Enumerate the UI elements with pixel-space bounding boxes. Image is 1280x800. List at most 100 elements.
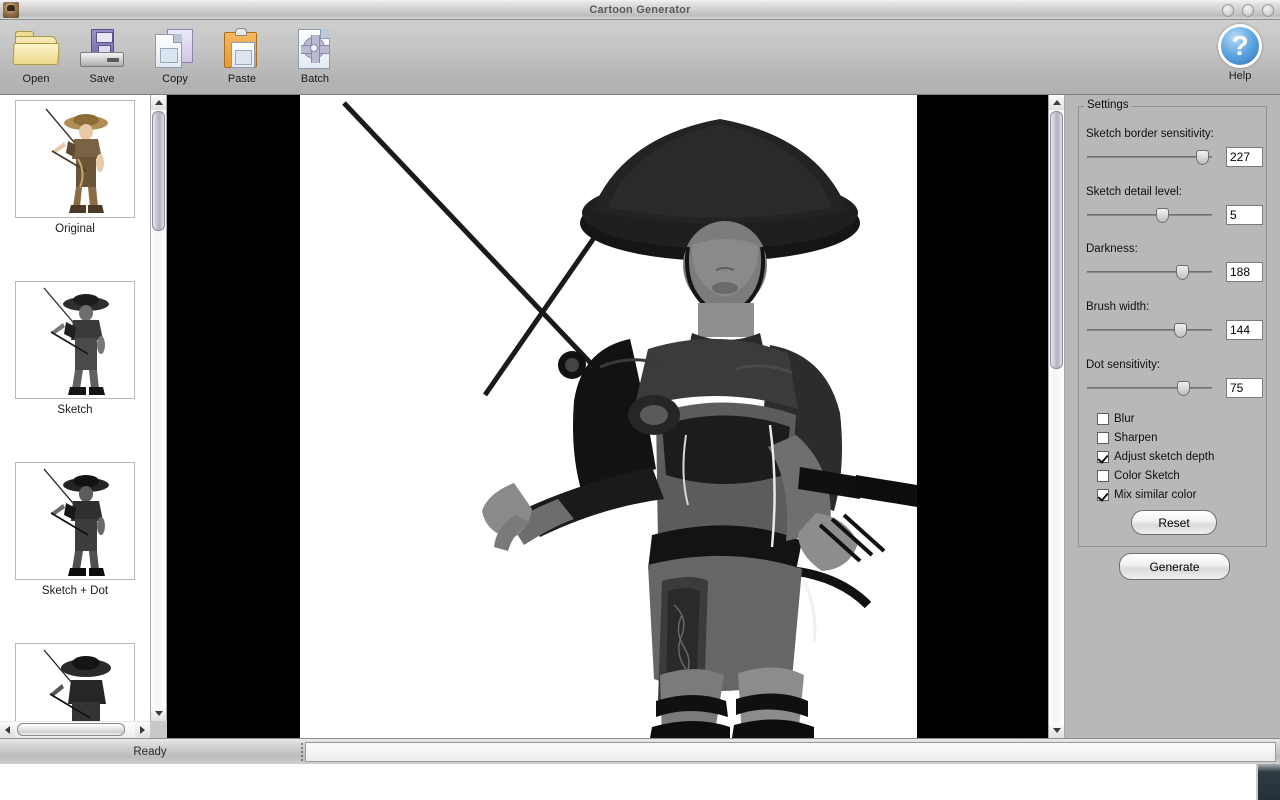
batch-button[interactable]: Batch: [281, 24, 349, 92]
darkness-label: Darkness:: [1086, 243, 1138, 255]
help-button-label: Help: [1228, 70, 1252, 82]
list-item[interactable]: Sketch + Dot: [0, 462, 150, 597]
brush-width-label: Brush width:: [1086, 301, 1150, 313]
sidebar-scroll-thumb[interactable]: [152, 111, 165, 231]
thumbnail-preview: [15, 643, 135, 721]
chevron-up-icon: [154, 100, 163, 105]
generate-button[interactable]: Generate: [1119, 553, 1230, 580]
slider-thumb[interactable]: [1177, 381, 1190, 396]
list-item[interactable]: [0, 643, 150, 721]
samurai-thumb-sketch-dot: [16, 463, 134, 579]
dot-sensitivity-value[interactable]: 75: [1226, 378, 1263, 398]
chevron-down-icon: [1052, 728, 1061, 733]
blur-checkbox[interactable]: [1097, 412, 1109, 425]
blur-checkbox-row[interactable]: Blur: [1097, 410, 1134, 427]
floppy-disk-icon: [78, 26, 126, 72]
sidebar-scroll-right-button[interactable]: [135, 722, 150, 737]
thumbnail-sidebar[interactable]: Original Sketch Sketch + Dot: [0, 95, 150, 721]
slider-track: [1087, 156, 1212, 158]
brush-width-value[interactable]: 144: [1226, 320, 1263, 340]
copy-button[interactable]: Copy: [141, 24, 209, 92]
adjust-sketch-depth-checkbox[interactable]: [1097, 450, 1109, 463]
samurai-thumb-sketch: [16, 282, 134, 398]
brush-width-slider[interactable]: [1087, 322, 1212, 338]
canvas-scroll-thumb[interactable]: [1050, 111, 1063, 369]
copy-pages-icon: [151, 26, 199, 72]
image-letterbox-area: [300, 95, 917, 738]
blur-checkbox-label: Blur: [1114, 412, 1135, 425]
sidebar-vertical-scrollbar[interactable]: [150, 95, 167, 721]
sketch-detail-level-label: Sketch detail level:: [1086, 186, 1182, 198]
maximize-button[interactable]: [1242, 4, 1254, 17]
sketch-detail-level-slider[interactable]: [1087, 207, 1212, 223]
adjust-sketch-depth-checkbox-row[interactable]: Adjust sketch depth: [1097, 448, 1214, 465]
dot-sensitivity-label: Dot sensitivity:: [1086, 359, 1161, 371]
color-sketch-checkbox-label: Color Sketch: [1114, 469, 1180, 482]
canvas-vertical-scrollbar[interactable]: [1048, 95, 1065, 738]
desktop-background: [0, 764, 1280, 800]
slider-track: [1087, 214, 1212, 216]
slider-thumb[interactable]: [1176, 265, 1189, 280]
samurai-thumb-color: [16, 101, 134, 217]
reset-button[interactable]: Reset: [1131, 510, 1217, 535]
mix-similar-color-checkbox[interactable]: [1097, 488, 1109, 501]
thumbnail-preview: [15, 100, 135, 218]
list-item[interactable]: Original: [0, 100, 150, 235]
list-item[interactable]: Sketch: [0, 281, 150, 416]
sketch-detail-level-value[interactable]: 5: [1226, 205, 1263, 225]
clipboard-icon: [218, 26, 266, 72]
status-bar: Ready: [0, 738, 1280, 764]
sharpen-checkbox[interactable]: [1097, 431, 1109, 444]
dot-sensitivity-slider[interactable]: [1087, 380, 1212, 396]
sketch-border-sensitivity-slider[interactable]: [1087, 149, 1212, 165]
sidebar-scroll-up-button[interactable]: [151, 95, 166, 110]
chevron-down-icon: [154, 711, 163, 716]
window-controls: [1222, 4, 1274, 17]
list-item-label: Original: [55, 223, 95, 235]
samurai-thumb-dense: [16, 644, 134, 721]
color-sketch-checkbox-row[interactable]: Color Sketch: [1097, 467, 1180, 484]
sketch-border-sensitivity-value[interactable]: 227: [1226, 147, 1263, 167]
help-button[interactable]: ? Help: [1206, 24, 1274, 92]
slider-track: [1087, 271, 1212, 273]
list-item-label: Sketch + Dot: [41, 585, 109, 597]
toolbar: Open Save Copy Paste Batch ? Help: [0, 20, 1280, 95]
darkness-slider[interactable]: [1087, 264, 1212, 280]
title-bar: Cartoon Generator: [0, 0, 1280, 20]
close-button[interactable]: [1262, 4, 1274, 17]
open-button[interactable]: Open: [2, 24, 70, 92]
canvas-scroll-up-button[interactable]: [1049, 95, 1064, 110]
darkness-value[interactable]: 188: [1226, 262, 1263, 282]
scrollbar-corner: [150, 721, 167, 738]
sidebar-scroll-left-button[interactable]: [0, 722, 15, 737]
color-sketch-checkbox[interactable]: [1097, 469, 1109, 482]
sketch-border-sensitivity-label: Sketch border sensitivity:: [1086, 128, 1214, 140]
sidebar-hscroll-thumb[interactable]: [17, 723, 125, 736]
paste-button-label: Paste: [227, 73, 257, 85]
minimize-button[interactable]: [1222, 4, 1234, 17]
settings-panel: Settings Sketch border sensitivity: 227 …: [1065, 95, 1280, 738]
sidebar-horizontal-scrollbar[interactable]: [0, 721, 150, 738]
paste-button[interactable]: Paste: [208, 24, 276, 92]
canvas-scroll-down-button[interactable]: [1049, 723, 1064, 738]
resize-corner[interactable]: [1256, 764, 1280, 800]
slider-track: [1087, 387, 1212, 389]
application-window: Cartoon Generator Open Save Copy Paste B…: [0, 0, 1280, 800]
mix-similar-color-checkbox-row[interactable]: Mix similar color: [1097, 486, 1196, 503]
chevron-left-icon: [5, 725, 10, 734]
slider-thumb[interactable]: [1174, 323, 1187, 338]
sharpen-checkbox-label: Sharpen: [1114, 431, 1158, 444]
thumbnail-preview: [15, 281, 135, 399]
image-canvas[interactable]: [167, 95, 1048, 738]
save-button[interactable]: Save: [68, 24, 136, 92]
slider-thumb[interactable]: [1196, 150, 1209, 165]
save-button-label: Save: [89, 73, 115, 85]
sidebar-scroll-down-button[interactable]: [151, 706, 166, 721]
samurai-preview-image: [300, 95, 917, 738]
sharpen-checkbox-row[interactable]: Sharpen: [1097, 429, 1157, 446]
slider-thumb[interactable]: [1156, 208, 1169, 223]
status-message: Ready: [133, 746, 167, 758]
copy-button-label: Copy: [162, 73, 188, 85]
folder-icon: [12, 26, 60, 72]
thumbnail-preview: [15, 462, 135, 580]
